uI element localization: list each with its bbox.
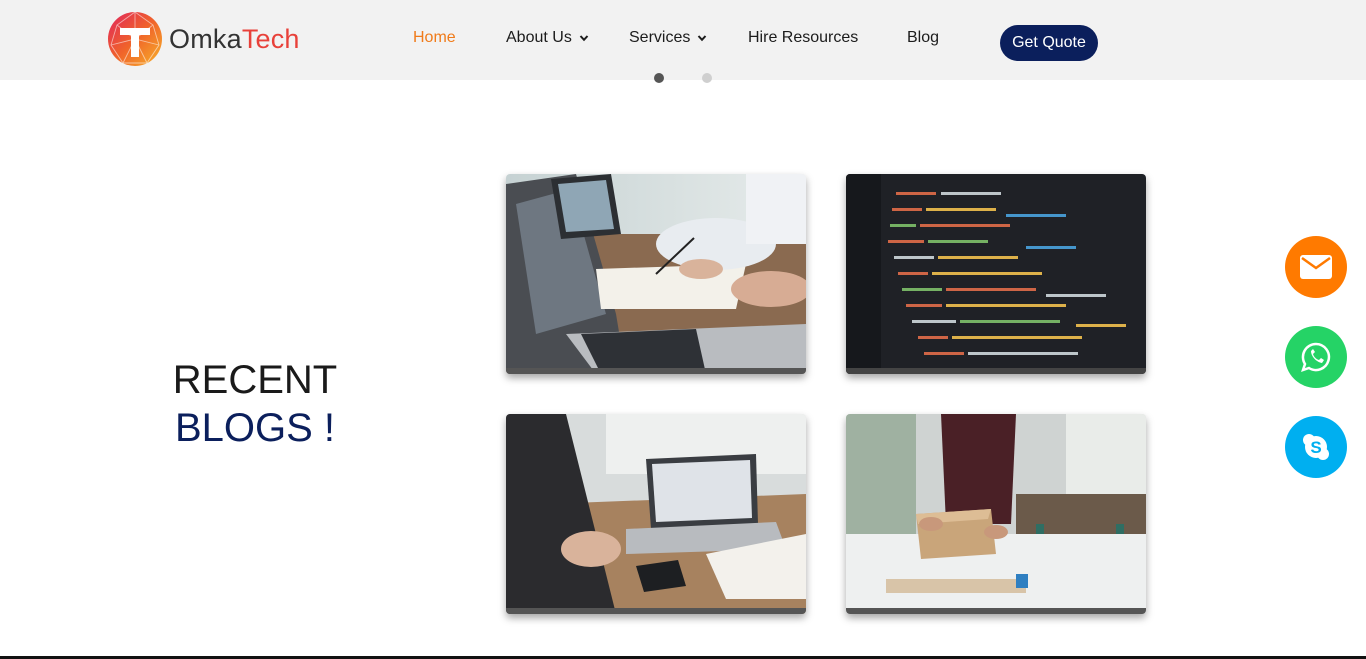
packing-box-photo bbox=[846, 414, 1146, 614]
brand-name: OmkaTech bbox=[169, 23, 300, 54]
nav-about-us-label: About Us bbox=[506, 29, 572, 46]
carousel-dot[interactable] bbox=[702, 73, 712, 83]
code-screen-photo bbox=[846, 174, 1146, 374]
omkatech-logo-icon bbox=[108, 11, 162, 66]
laptop-meeting-photo bbox=[506, 174, 806, 374]
desk-laptop-phone-photo bbox=[506, 414, 806, 614]
mail-contact-button[interactable] bbox=[1285, 236, 1347, 298]
heading-line1: RECENT bbox=[172, 358, 338, 402]
carousel-dots bbox=[654, 73, 712, 83]
skype-contact-button[interactable]: S bbox=[1285, 416, 1347, 478]
chevron-down-icon bbox=[698, 35, 707, 42]
nav-services-label: Services bbox=[629, 29, 691, 46]
brand-logo[interactable]: OmkaTech bbox=[107, 11, 300, 67]
svg-text:S: S bbox=[1310, 438, 1321, 457]
nav-home-link[interactable]: Home bbox=[413, 29, 456, 47]
blog-card[interactable] bbox=[846, 174, 1146, 374]
recent-blogs-heading: RECENT BLOGS ! bbox=[150, 356, 360, 452]
top-navbar: OmkaTech Home About Us Services Hire Res… bbox=[0, 0, 1366, 80]
brand-name-part1: Omka bbox=[169, 23, 242, 54]
nav-services-link[interactable]: Services bbox=[629, 29, 707, 47]
nav-home-label: Home bbox=[413, 29, 456, 46]
nav-blog-label: Blog bbox=[907, 29, 940, 46]
nav-hire-resources-link[interactable]: Hire Resources bbox=[748, 29, 858, 47]
nav-blog-link[interactable]: Blog bbox=[907, 29, 939, 47]
nav-hire-resources-label: Hire Resources bbox=[748, 29, 859, 46]
get-quote-button[interactable]: Get Quote bbox=[1000, 25, 1098, 61]
nav-about-us-link[interactable]: About Us bbox=[506, 29, 589, 47]
mail-icon bbox=[1300, 255, 1332, 279]
carousel-dot-active[interactable] bbox=[654, 73, 664, 83]
heading-line2: BLOGS ! bbox=[174, 406, 336, 450]
whatsapp-contact-button[interactable] bbox=[1285, 326, 1347, 388]
skype-icon: S bbox=[1303, 434, 1329, 460]
blog-card[interactable] bbox=[506, 414, 806, 614]
blog-card[interactable] bbox=[846, 414, 1146, 614]
whatsapp-icon bbox=[1301, 342, 1331, 372]
brand-name-part2: Tech bbox=[241, 23, 300, 54]
blog-card[interactable] bbox=[506, 174, 806, 374]
chevron-down-icon bbox=[579, 35, 589, 42]
